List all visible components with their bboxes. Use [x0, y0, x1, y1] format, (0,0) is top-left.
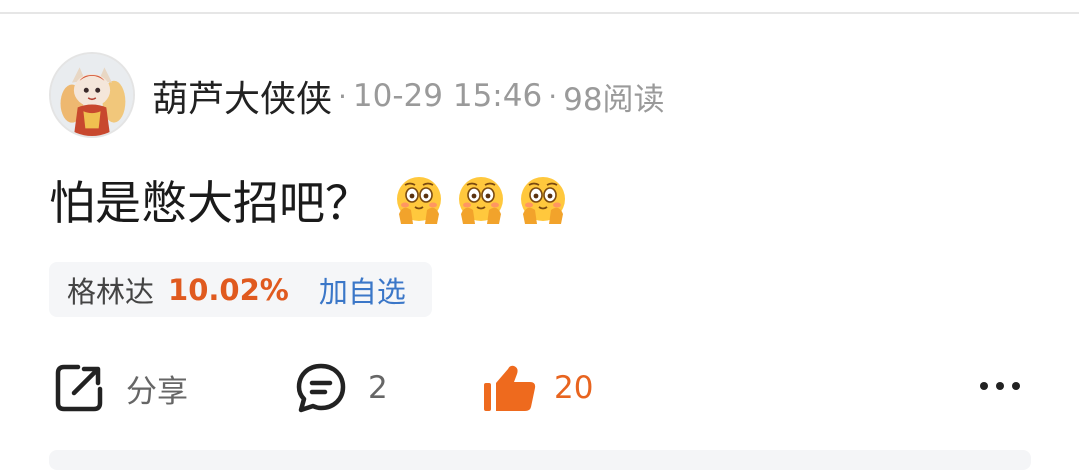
stock-name[interactable]: 格林达 [67, 269, 154, 311]
like-button[interactable]: 20 [482, 358, 593, 418]
emoji-row [393, 174, 569, 226]
comment-count: 2 [368, 370, 388, 406]
like-count: 20 [554, 370, 594, 406]
comment-button[interactable]: 2 [294, 358, 388, 418]
top-divider [0, 12, 1079, 14]
add-watchlist-button[interactable]: 加自选 [319, 269, 406, 311]
share-icon [55, 364, 103, 412]
more-options-icon[interactable] [976, 372, 1024, 400]
share-label: 分享 [126, 373, 188, 410]
post-timestamp: 10-29 15:46 [352, 78, 543, 114]
comment-preview-card[interactable] [49, 450, 1031, 470]
author-name[interactable]: 葫芦大侠侠 [152, 70, 332, 122]
meta-separator: · [548, 79, 558, 113]
share-button[interactable]: 分享 [52, 358, 188, 418]
post-content: 怕是憋大招吧？ [49, 168, 569, 232]
avatar[interactable] [49, 52, 135, 138]
read-count: 98阅读 [563, 81, 665, 118]
thumbs-up-icon [484, 365, 536, 411]
stock-change: 10.02% [168, 272, 289, 307]
meta-separator: · [338, 79, 347, 113]
stock-chip[interactable]: 格林达 10.02% 加自选 [49, 262, 432, 317]
comment-icon [296, 363, 346, 413]
avatar-character-icon [51, 54, 133, 136]
flushed-hands-emoji [459, 177, 503, 224]
post-text: 怕是憋大招吧？ [49, 176, 371, 230]
flushed-hands-emoji [397, 177, 441, 224]
flushed-hands-emoji [521, 177, 565, 224]
post-meta: 葫芦大侠侠 · 10-29 15:46 · 98阅读 [152, 74, 665, 120]
